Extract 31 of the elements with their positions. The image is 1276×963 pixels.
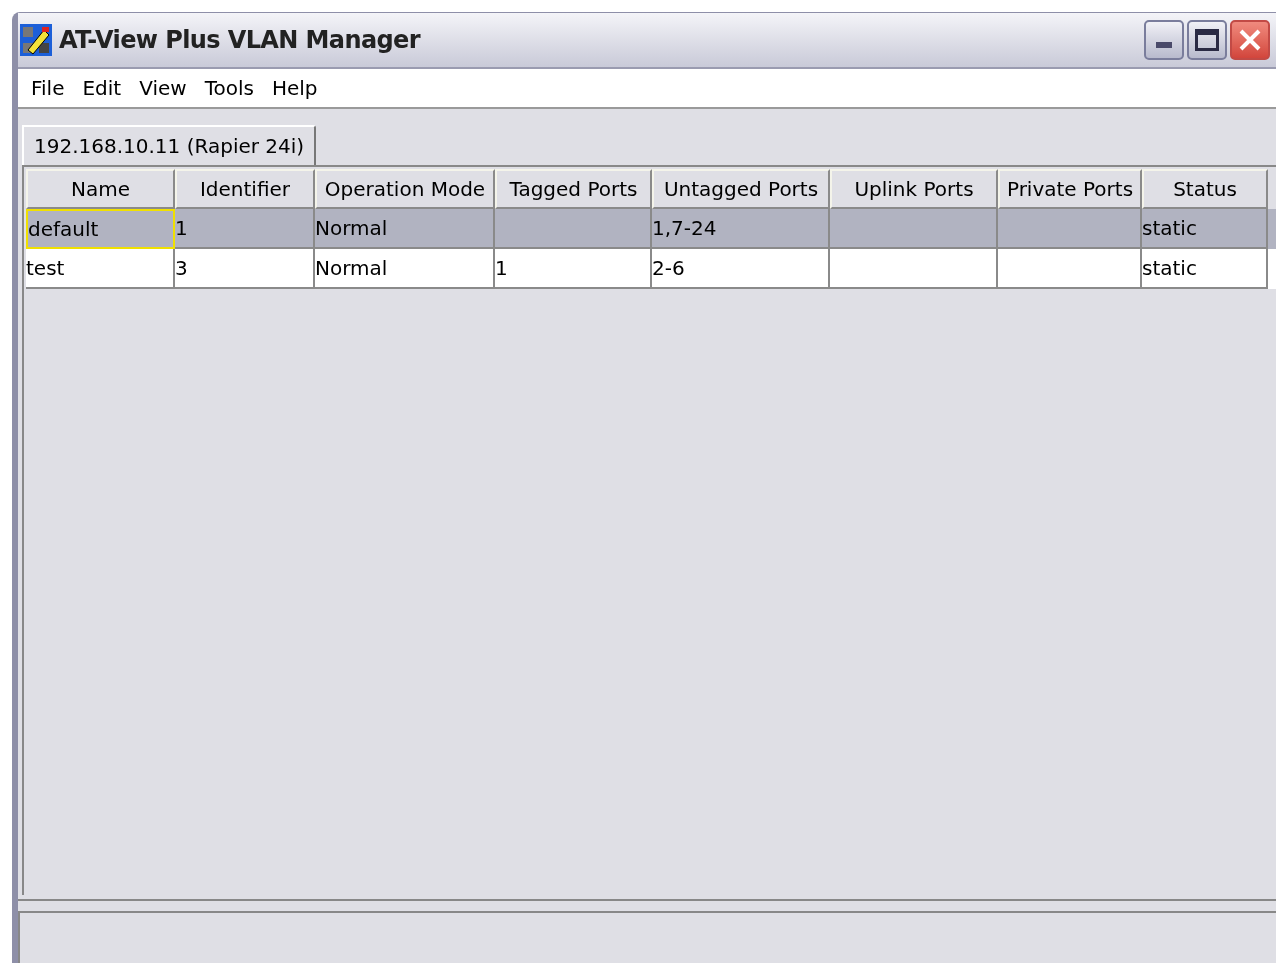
column-header[interactable]: Name: [26, 169, 175, 209]
minimize-button[interactable]: [1144, 20, 1184, 60]
table-cell: default: [26, 209, 175, 249]
table-cell: 3: [175, 249, 315, 289]
close-button[interactable]: [1230, 20, 1270, 60]
column-header[interactable]: Uplink Ports: [830, 169, 998, 209]
column-header[interactable]: Status: [1142, 169, 1268, 209]
maximize-button[interactable]: [1187, 20, 1227, 60]
column-header[interactable]: Untagged Ports: [652, 169, 830, 209]
table-cell: 1: [495, 249, 652, 289]
window-title: AT-View Plus VLAN Manager: [59, 25, 421, 56]
app-icon: [20, 24, 52, 56]
table-row[interactable]: default 1 Normal 1,7-24 static: [26, 209, 1276, 249]
table-cell: Normal: [315, 249, 495, 289]
menu-item[interactable]: Tools: [195, 73, 263, 103]
maximize-icon: [1195, 29, 1219, 51]
table-row[interactable]: test 3 Normal 1 2-6 static: [26, 249, 1276, 289]
close-icon: [1238, 28, 1262, 52]
column-header[interactable]: Private Ports: [998, 169, 1142, 209]
menu-item[interactable]: File: [22, 73, 74, 103]
minimize-icon: [1156, 42, 1172, 48]
table-cell: 2-6: [652, 249, 830, 289]
table-cell: static: [1142, 249, 1268, 289]
tab[interactable]: 192.168.10.11 (Rapier 24i): [22, 125, 317, 165]
menu-item[interactable]: Edit: [73, 73, 131, 103]
menu-item[interactable]: View: [130, 73, 196, 103]
column-header[interactable]: Operation Mode: [315, 169, 495, 209]
table-cell: test: [26, 249, 175, 289]
column-header[interactable]: Identifier: [175, 169, 315, 209]
menu-item[interactable]: Help: [262, 73, 327, 103]
column-header[interactable]: Tagged Ports: [495, 169, 652, 209]
